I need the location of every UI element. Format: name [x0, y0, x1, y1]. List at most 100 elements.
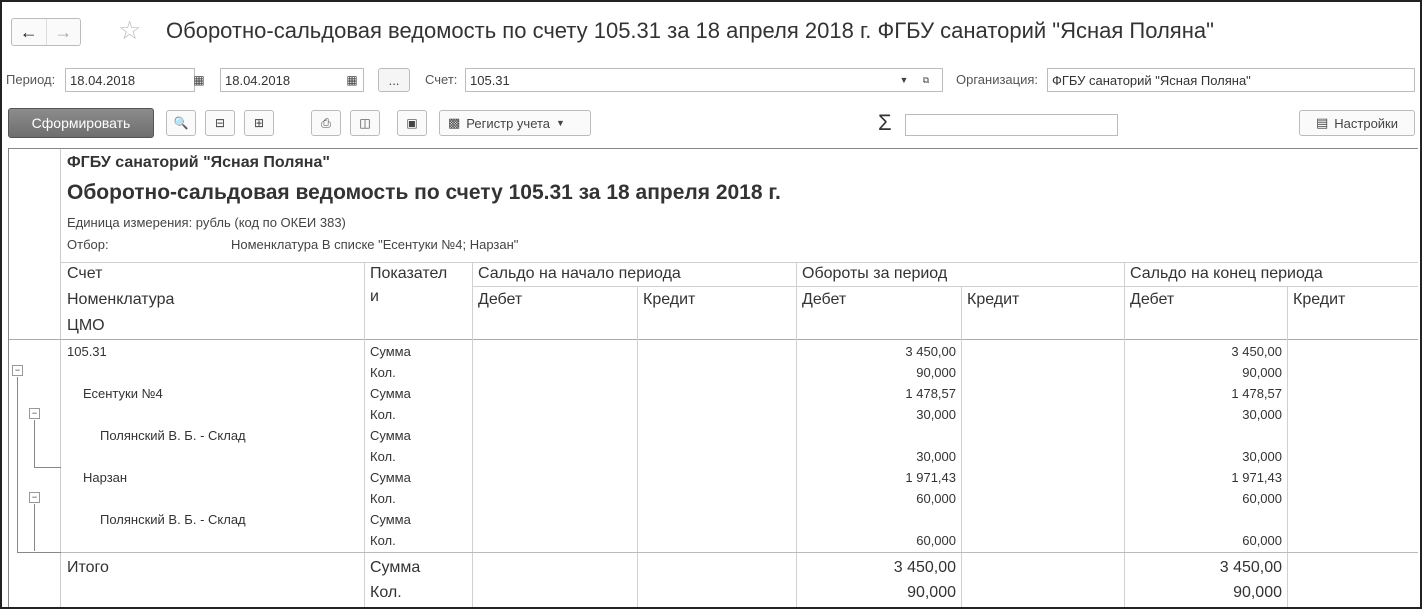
- row-indicator: Кол.: [370, 407, 396, 422]
- row-name: Есентуки №4: [83, 386, 163, 401]
- tree-line: [34, 504, 35, 551]
- print-icon[interactable]: ⎙: [311, 110, 341, 136]
- period-select-button[interactable]: ...: [378, 68, 410, 92]
- row-name: Нарзан: [83, 470, 128, 485]
- header-closing-debit: Дебет: [1130, 291, 1175, 308]
- column-separator: [364, 262, 365, 607]
- tree-line: [34, 467, 61, 468]
- header-turnover-debit: Дебет: [802, 291, 847, 308]
- register-button[interactable]: ▩ Регистр учета ▼: [439, 110, 591, 136]
- sigma-icon: Σ: [878, 110, 892, 135]
- chevron-down-icon[interactable]: ▼: [894, 68, 914, 92]
- header-line: [9, 339, 1418, 340]
- header-opening-debit: Дебет: [478, 291, 523, 308]
- title-bar: ← → ☆ Оборотно-сальдовая ведомость по сч…: [6, 8, 1416, 52]
- collapse-icon[interactable]: −: [29, 492, 40, 503]
- header-indicator-cont: и: [370, 288, 379, 305]
- column-separator: [472, 262, 473, 607]
- turnover-debit: 3 450,00: [905, 344, 956, 359]
- calendar-icon[interactable]: ▦: [340, 68, 364, 92]
- header-cmo: ЦМО: [67, 317, 105, 334]
- row-indicator: Кол.: [370, 365, 396, 380]
- total-indicator-qty: Кол.: [370, 584, 402, 601]
- closing-debit: 30,000: [1242, 449, 1282, 464]
- expand-groups-icon[interactable]: ⊞: [244, 110, 274, 136]
- row-indicator: Сумма: [370, 512, 411, 527]
- forward-arrow-icon[interactable]: →: [45, 19, 81, 45]
- header-closing-credit: Кредит: [1293, 291, 1346, 308]
- closing-debit: 30,000: [1242, 407, 1282, 422]
- preview-icon[interactable]: ◫: [350, 110, 380, 136]
- total-indicator-sum: Сумма: [370, 559, 421, 576]
- account-field[interactable]: 105.31: [465, 68, 943, 92]
- open-icon[interactable]: ⧉: [916, 68, 936, 92]
- toolbar: Сформировать 🔍 ⊟ ⊞ ⎙ ◫ ▣ ▩ Регистр учета…: [2, 106, 1420, 142]
- closing-debit: 3 450,00: [1231, 344, 1282, 359]
- total-turnover-qty: 90,000: [907, 584, 956, 601]
- collapse-groups-icon[interactable]: ⊟: [205, 110, 235, 136]
- collapse-icon[interactable]: −: [29, 408, 40, 419]
- row-indicator: Кол.: [370, 533, 396, 548]
- calendar-icon[interactable]: ▦: [187, 68, 211, 92]
- params-row: Период: 18.04.2018 ▦ 18.04.2018 ▦ ... Сч…: [2, 66, 1420, 94]
- window: ← → ☆ Оборотно-сальдовая ведомость по сч…: [0, 0, 1422, 609]
- header-closing-balance: Сальдо на конец периода: [1130, 265, 1323, 282]
- turnover-debit: 1 971,43: [905, 470, 956, 485]
- column-separator: [961, 286, 962, 607]
- turnover-debit: 90,000: [916, 365, 956, 380]
- row-indicator: Кол.: [370, 449, 396, 464]
- row-indicator: Кол.: [370, 491, 396, 506]
- turnover-debit: 1 478,57: [905, 386, 956, 401]
- header-opening-credit: Кредит: [643, 291, 696, 308]
- header-line: [61, 262, 1418, 263]
- row-name: Полянский В. Б. - Склад: [100, 512, 246, 527]
- header-indicator: Показател: [370, 265, 448, 282]
- tree-line: [34, 420, 35, 467]
- header-line: [472, 286, 1418, 287]
- tree-line: [17, 552, 61, 553]
- report-title: Оборотно-сальдовая ведомость по счету 10…: [67, 181, 781, 204]
- organization-field[interactable]: ФГБУ санаторий "Ясная Поляна": [1047, 68, 1415, 92]
- favorite-star-icon[interactable]: ☆: [118, 16, 141, 44]
- tree-line: [17, 377, 18, 552]
- generate-button[interactable]: Сформировать: [8, 108, 154, 138]
- report-area: ФГБУ санаторий "Ясная Поляна" Оборотно-с…: [8, 148, 1418, 607]
- filter-label: Отбор:: [67, 237, 109, 252]
- date-from-field[interactable]: 18.04.2018: [65, 68, 195, 92]
- turnover-debit: 30,000: [916, 407, 956, 422]
- row-indicator: Сумма: [370, 470, 411, 485]
- closing-debit: 60,000: [1242, 491, 1282, 506]
- turnover-debit: 30,000: [916, 449, 956, 464]
- total-turnover-sum: 3 450,00: [893, 559, 956, 576]
- row-indicator: Сумма: [370, 386, 411, 401]
- header-turnover: Обороты за период: [802, 265, 948, 282]
- nav-buttons: ← →: [11, 18, 81, 46]
- save-icon[interactable]: ▣: [397, 110, 427, 136]
- sum-field[interactable]: [905, 114, 1118, 136]
- total-line: [61, 552, 1418, 553]
- turnover-debit: 60,000: [916, 491, 956, 506]
- settings-button[interactable]: ▤ Настройки: [1299, 110, 1415, 136]
- closing-debit: 1 478,57: [1231, 386, 1282, 401]
- settings-label: Настройки: [1334, 115, 1399, 131]
- filter-value: Номенклатура В списке "Есентуки №4; Нарз…: [231, 237, 519, 252]
- closing-debit: 60,000: [1242, 533, 1282, 548]
- closing-debit: 90,000: [1242, 365, 1282, 380]
- turnover-debit: 60,000: [916, 533, 956, 548]
- row-indicator: Сумма: [370, 428, 411, 443]
- header-opening-balance: Сальдо на начало периода: [478, 265, 681, 282]
- chevron-down-icon: ▼: [556, 118, 565, 128]
- total-closing-qty: 90,000: [1233, 584, 1282, 601]
- window-title: Оборотно-сальдовая ведомость по счету 10…: [166, 18, 1214, 43]
- search-icon[interactable]: 🔍: [166, 110, 196, 136]
- column-separator: [637, 286, 638, 607]
- collapse-icon[interactable]: −: [12, 365, 23, 376]
- register-icon: ▩: [448, 115, 461, 130]
- row-name: 105.31: [67, 344, 107, 359]
- register-label: Регистр учета: [466, 115, 551, 131]
- row-name: Полянский В. Б. - Склад: [100, 428, 246, 443]
- row-indicator: Сумма: [370, 344, 411, 359]
- organization-label: Организация:: [956, 72, 1039, 87]
- report-unit: Единица измерения: рубль (код по ОКЕИ 38…: [67, 215, 346, 230]
- back-arrow-icon[interactable]: ←: [12, 19, 46, 45]
